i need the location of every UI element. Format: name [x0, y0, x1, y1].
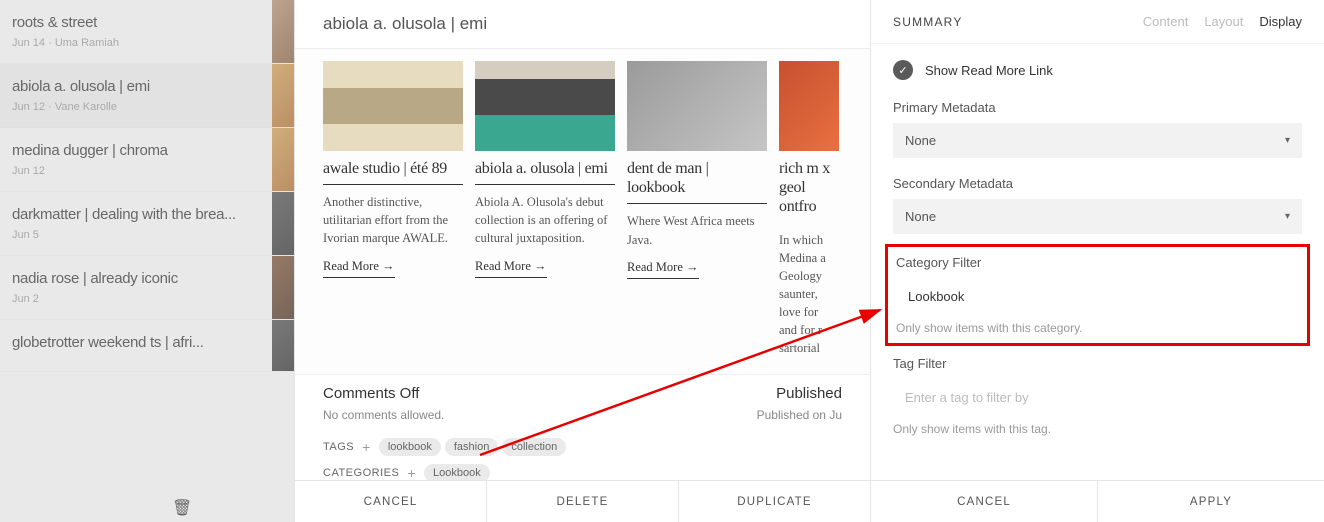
post-title: darkmatter | dealing with the brea...	[12, 206, 282, 223]
panel-title: SUMMARY	[893, 15, 963, 29]
comments-heading[interactable]: Comments Off	[323, 385, 563, 402]
show-read-more-toggle[interactable]: Show Read More Link	[893, 60, 1302, 80]
post-list-item[interactable]: globetrotter weekend ts | afri...	[0, 320, 294, 372]
post-thumbnail	[272, 0, 294, 63]
post-meta-row: Comments Off No comments allowed. Publis…	[295, 374, 870, 432]
post-thumbnail	[272, 256, 294, 319]
read-more-link[interactable]: Read More →	[627, 260, 699, 279]
tags-label: TAGS	[323, 441, 354, 453]
post-thumbnail	[272, 320, 294, 371]
post-meta: Jun 2	[12, 293, 282, 305]
category-filter-input[interactable]	[896, 278, 1299, 315]
card-desc: Another distinctive, utilitarian effort …	[323, 193, 463, 247]
field-help: Only show items with this tag.	[893, 422, 1302, 436]
panel-header: SUMMARY Content Layout Display	[871, 0, 1324, 44]
card-desc: In which Medina a Geology saunter, love …	[779, 231, 839, 358]
content-preview: awale studio | été 89 Another distinctiv…	[295, 49, 870, 374]
checkbox-label: Show Read More Link	[925, 63, 1053, 78]
tab-layout[interactable]: Layout	[1204, 14, 1243, 29]
post-title: globetrotter weekend ts | afri...	[12, 334, 282, 351]
tag-pill[interactable]: lookbook	[379, 438, 441, 456]
related-card[interactable]: abiola a. olusola | emi Abiola A. Olusol…	[475, 61, 615, 367]
related-card[interactable]: rich m x geol ontfro In which Medina a G…	[779, 61, 839, 367]
card-desc: Where West Africa meets Java.	[627, 212, 767, 248]
panel-tabs: Content Layout Display	[1143, 14, 1302, 29]
post-meta: Jun 5	[12, 229, 282, 241]
related-card[interactable]: dent de man | lookbook Where West Africa…	[627, 61, 767, 367]
field-label: Category Filter	[896, 255, 1299, 270]
card-image	[627, 61, 767, 151]
tags-row: TAGS + lookbook fashion collection	[295, 432, 870, 460]
post-title: abiola a. olusola | emi	[12, 78, 282, 95]
post-meta: Jun 14 · Uma Ramiah	[12, 37, 282, 49]
post-title: medina dugger | chroma	[12, 142, 282, 159]
published-heading[interactable]: Published	[603, 385, 843, 402]
published-sub: Published on Ju	[603, 408, 843, 422]
card-title: dent de man | lookbook	[627, 159, 767, 204]
secondary-metadata-select[interactable]: None ▾	[893, 199, 1302, 234]
related-card[interactable]: awale studio | été 89 Another distinctiv…	[323, 61, 463, 367]
chevron-down-icon: ▾	[1285, 211, 1290, 222]
select-value: None	[905, 209, 936, 224]
post-title-input[interactable]	[295, 0, 870, 49]
field-help: Only show items with this category.	[896, 321, 1299, 335]
panel-actions: CANCEL APPLY	[871, 480, 1324, 522]
post-list-item[interactable]: medina dugger | chroma Jun 12	[0, 128, 294, 192]
add-tag-icon[interactable]: +	[358, 439, 375, 455]
comments-sub: No comments allowed.	[323, 408, 563, 422]
category-filter-field: Category Filter Only show items with thi…	[896, 255, 1299, 335]
post-meta: Jun 12	[12, 165, 282, 177]
post-list-item[interactable]: nadia rose | already iconic Jun 2	[0, 256, 294, 320]
duplicate-button[interactable]: DUPLICATE	[679, 481, 870, 522]
post-list-item[interactable]: abiola a. olusola | emi Jun 12 · Vane Ka…	[0, 64, 294, 128]
delete-button[interactable]: DELETE	[487, 481, 679, 522]
highlight-annotation: Category Filter Only show items with thi…	[885, 244, 1310, 346]
tag-filter-field: Tag Filter Only show items with this tag…	[893, 356, 1302, 436]
post-meta: Jun 12 · Vane Karolle	[12, 101, 282, 113]
card-image	[475, 61, 615, 151]
card-desc: Abiola A. Olusola's debut collection is …	[475, 193, 615, 247]
card-image	[323, 61, 463, 151]
check-icon	[893, 60, 913, 80]
card-title: abiola a. olusola | emi	[475, 159, 615, 185]
secondary-metadata-field: Secondary Metadata None ▾	[893, 176, 1302, 234]
read-more-link[interactable]: Read More →	[323, 259, 395, 278]
field-label: Primary Metadata	[893, 100, 1302, 115]
chevron-down-icon: ▾	[1285, 135, 1290, 146]
post-thumbnail	[272, 128, 294, 191]
editor-actions: CANCEL DELETE DUPLICATE	[295, 480, 870, 522]
apply-button[interactable]: APPLY	[1098, 481, 1324, 522]
read-more-link[interactable]: Read More →	[475, 259, 547, 278]
primary-metadata-field: Primary Metadata None ▾	[893, 100, 1302, 158]
settings-panel: SUMMARY Content Layout Display Show Read…	[870, 0, 1324, 522]
cancel-button[interactable]: CANCEL	[871, 481, 1098, 522]
tag-pill[interactable]: fashion	[445, 438, 498, 456]
add-category-icon[interactable]: +	[403, 465, 420, 481]
primary-metadata-select[interactable]: None ▾	[893, 123, 1302, 158]
card-title: awale studio | été 89	[323, 159, 463, 185]
trash-icon[interactable]: 🗑	[172, 498, 192, 518]
post-title: roots & street	[12, 14, 282, 31]
field-label: Tag Filter	[893, 356, 1302, 371]
card-image	[779, 61, 839, 151]
post-thumbnail	[272, 192, 294, 255]
post-thumbnail	[272, 64, 294, 127]
post-list-item[interactable]: darkmatter | dealing with the brea... Ju…	[0, 192, 294, 256]
cancel-button[interactable]: CANCEL	[295, 481, 487, 522]
post-editor: awale studio | été 89 Another distinctiv…	[294, 0, 870, 522]
categories-label: CATEGORIES	[323, 467, 399, 479]
post-list-sidebar: roots & street Jun 14 · Uma Ramiah abiol…	[0, 0, 294, 522]
tab-content[interactable]: Content	[1143, 14, 1189, 29]
post-title: nadia rose | already iconic	[12, 270, 282, 287]
card-title: rich m x geol ontfro	[779, 159, 839, 223]
post-list-item[interactable]: roots & street Jun 14 · Uma Ramiah	[0, 0, 294, 64]
tag-pill[interactable]: collection	[502, 438, 566, 456]
field-label: Secondary Metadata	[893, 176, 1302, 191]
tag-filter-input[interactable]	[893, 379, 1302, 416]
select-value: None	[905, 133, 936, 148]
tab-display[interactable]: Display	[1259, 14, 1302, 29]
